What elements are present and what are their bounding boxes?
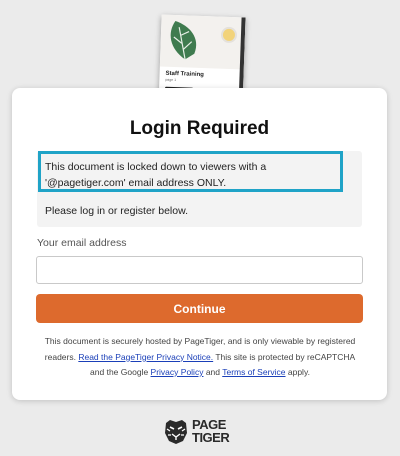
privacy-policy-link[interactable]: Privacy Policy	[151, 367, 204, 377]
locked-message: This document is locked down to viewers …	[45, 161, 267, 189]
privacy-notice-link[interactable]: Read the PageTiger Privacy Notice.	[78, 352, 213, 362]
email-label: Your email address	[37, 237, 127, 249]
tiger-head-icon	[165, 420, 187, 444]
page-title: Login Required	[129, 118, 270, 139]
email-field[interactable]	[36, 256, 363, 284]
plant-leaf-icon	[170, 21, 197, 60]
login-prompt: Please log in or register below.	[45, 205, 188, 217]
footer-text: This document is securely hosted by Page…	[44, 336, 356, 377]
login-card: Login Required This document is locked d…	[12, 88, 387, 400]
continue-button[interactable]: Continue	[36, 294, 363, 323]
terms-of-service-link[interactable]: Terms of Service	[222, 367, 285, 377]
pagetiger-logo: PAGE TIGER	[164, 417, 242, 447]
logo-text: PAGE TIGER	[192, 417, 230, 445]
thumbnail-subtitle: page 1	[165, 77, 177, 83]
